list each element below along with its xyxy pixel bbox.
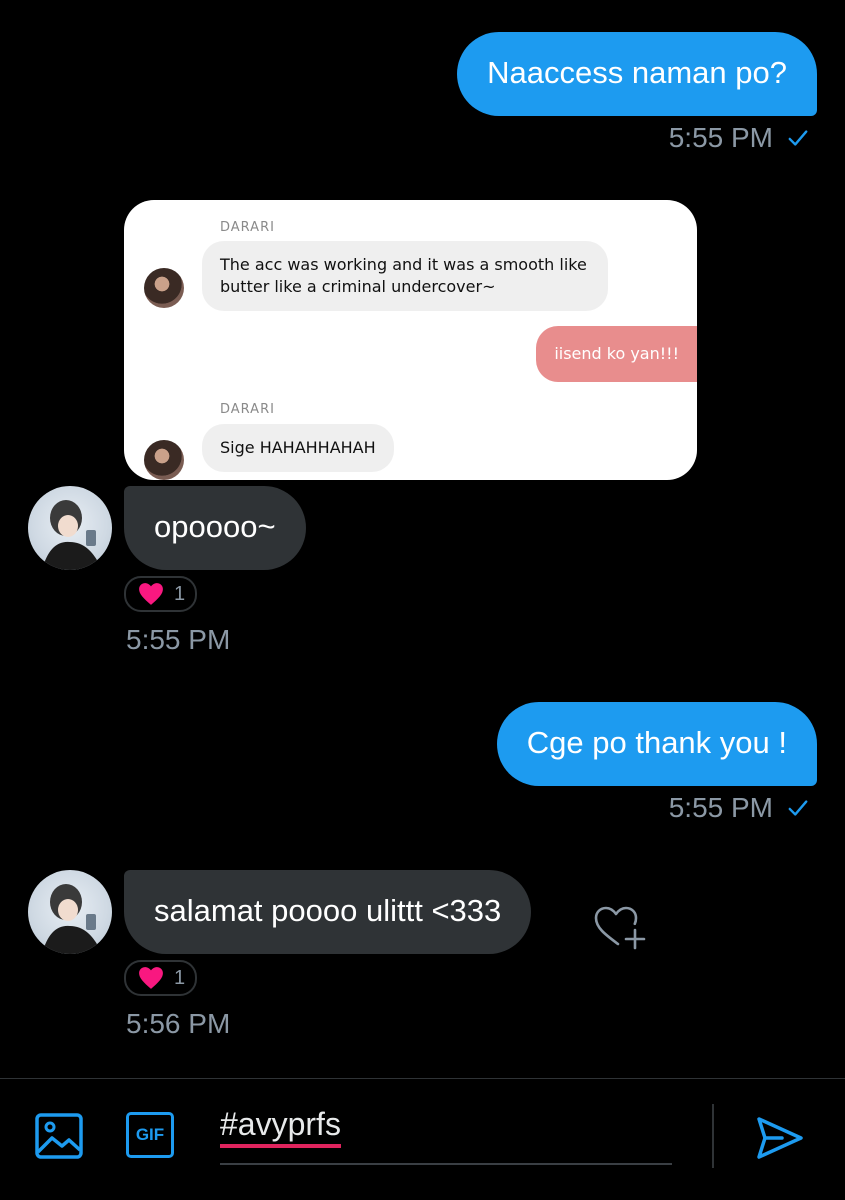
divider: [712, 1104, 714, 1168]
timestamp: 5:55 PM: [668, 792, 773, 823]
avatar: [144, 440, 184, 480]
check-icon: [788, 800, 808, 816]
message-bubble-incoming[interactable]: salamat poooo ulittt <333: [124, 870, 532, 954]
message-meta: 5:55 PM: [669, 122, 809, 154]
send-icon[interactable]: [756, 1116, 804, 1160]
composer-text: #avyprfs: [220, 1106, 341, 1148]
message-bubble-outgoing[interactable]: Naaccess naman po?: [457, 32, 817, 116]
list-item: The acc was working and it was a smooth …: [202, 241, 608, 311]
sender-name: DARARI: [220, 402, 275, 417]
timestamp: 5:55 PM: [668, 122, 773, 153]
avatar: [144, 268, 184, 308]
reaction-badge[interactable]: 1: [124, 576, 198, 612]
reaction-count: 1: [174, 582, 186, 605]
heart-icon: [139, 967, 163, 989]
add-reaction-icon[interactable]: [592, 904, 648, 950]
reaction-badge[interactable]: 1: [124, 960, 198, 996]
heart-icon: [139, 583, 163, 605]
reaction-count: 1: [174, 966, 186, 989]
message-input[interactable]: #avyprfs: [220, 1106, 341, 1148]
image-icon[interactable]: [34, 1112, 84, 1160]
gif-icon: GIF: [135, 1125, 165, 1144]
avatar-photo: [42, 884, 102, 954]
image-attachment[interactable]: DARARI The acc was working and it was a …: [124, 200, 697, 480]
input-underline: [220, 1163, 672, 1165]
avatar[interactable]: [28, 486, 112, 570]
message-bubble-outgoing[interactable]: Cge po thank you !: [496, 702, 817, 786]
timestamp: 5:56 PM: [126, 1008, 231, 1039]
sender-name: DARARI: [220, 220, 275, 235]
gif-button[interactable]: GIF: [126, 1112, 174, 1158]
message-bubble-incoming[interactable]: opoooo~: [124, 486, 306, 570]
message-meta: 5:55 PM: [669, 792, 809, 824]
timestamp: 5:55 PM: [126, 624, 231, 655]
list-item: iisend ko yan!!!: [536, 326, 697, 382]
check-icon: [788, 130, 808, 146]
list-item: Sige HAHAHHAHAH: [202, 424, 394, 472]
divider: [0, 1078, 845, 1079]
avatar-photo: [42, 500, 102, 570]
avatar[interactable]: [28, 870, 112, 954]
